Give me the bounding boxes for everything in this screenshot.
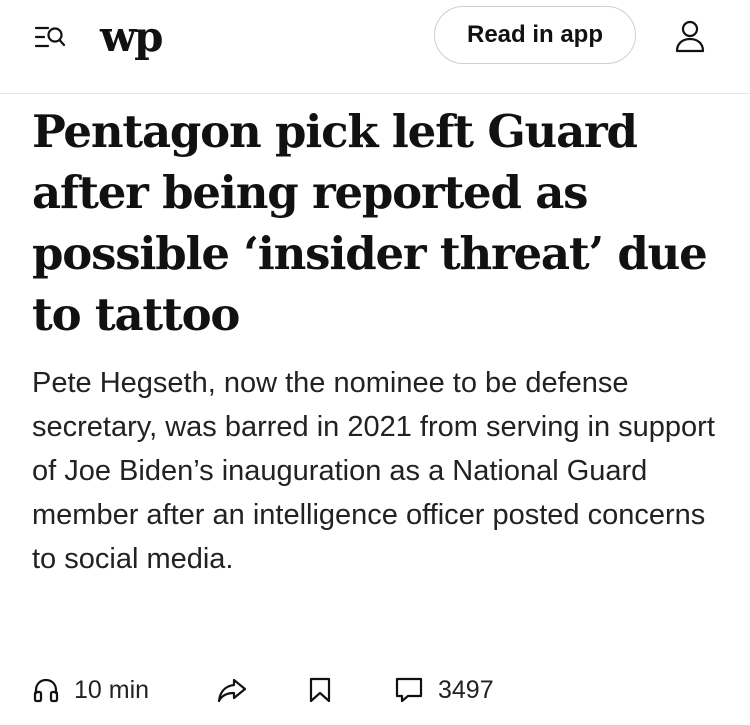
- comments-button[interactable]: 3497: [394, 668, 494, 712]
- bookmark-icon: [308, 676, 332, 704]
- account-icon[interactable]: [671, 17, 709, 55]
- headphones-icon: [32, 676, 60, 704]
- listen-button[interactable]: 10 min: [32, 668, 149, 712]
- read-in-app-button[interactable]: Read in app: [434, 6, 636, 64]
- washington-post-logo[interactable]: wp: [100, 10, 164, 64]
- comments-count: 3497: [438, 675, 494, 704]
- save-button[interactable]: [308, 668, 332, 712]
- menu-search-icon[interactable]: [30, 20, 70, 54]
- comment-icon: [394, 676, 424, 704]
- share-button[interactable]: [216, 668, 248, 712]
- listen-duration: 10 min: [74, 675, 150, 704]
- share-icon: [216, 676, 248, 704]
- top-navigation-bar: wp Read in app: [0, 0, 750, 94]
- article-summary: Pete Hegseth, now the nominee to be defe…: [32, 367, 715, 575]
- article-headline: Pentagon pick left Guard after being rep…: [32, 105, 708, 341]
- article-actions: 10 min 3497: [32, 668, 722, 712]
